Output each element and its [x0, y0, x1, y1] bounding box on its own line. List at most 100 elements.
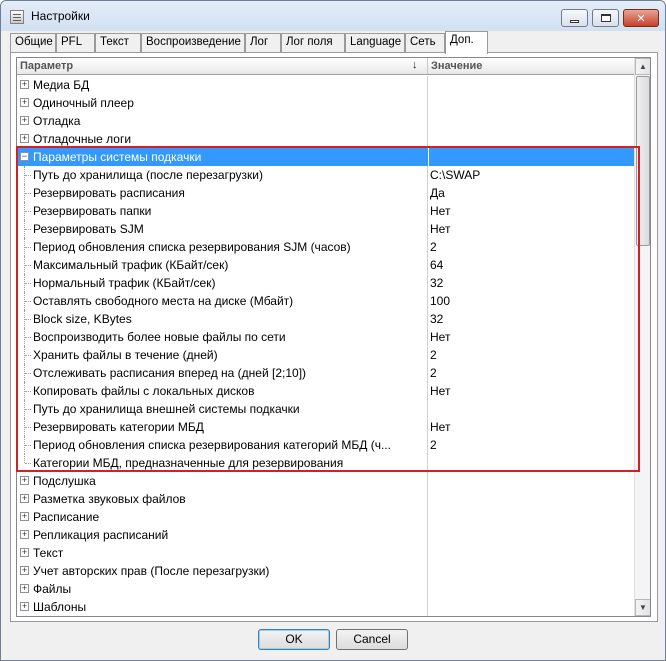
- cancel-button[interactable]: Cancel: [336, 629, 408, 650]
- expand-icon[interactable]: +: [20, 566, 29, 575]
- tab-text[interactable]: Текст: [95, 33, 141, 53]
- column-header-param[interactable]: Параметр: [17, 58, 428, 74]
- param-cell[interactable]: + Файлы: [17, 580, 428, 598]
- value-cell[interactable]: [429, 580, 636, 598]
- param-cell[interactable]: + Разметка звуковых файлов: [17, 490, 428, 508]
- value-cell[interactable]: 32: [429, 310, 636, 328]
- value-cell[interactable]: 64: [429, 256, 636, 274]
- param-cell[interactable]: Оставлять свободного места на диске (Мба…: [17, 292, 428, 310]
- property-row[interactable]: Период обновления списка резервирования …: [17, 238, 636, 256]
- expand-icon[interactable]: +: [20, 476, 29, 485]
- property-row[interactable]: Резервировать категории МБД Нет: [17, 418, 636, 436]
- group-row[interactable]: + Учет авторских прав (После перезагрузки…: [17, 562, 636, 580]
- value-cell[interactable]: [429, 400, 636, 418]
- param-cell[interactable]: + Шаблоны: [17, 598, 428, 616]
- scroll-up-icon[interactable]: ▲: [635, 58, 650, 75]
- value-cell[interactable]: 2: [429, 364, 636, 382]
- property-row[interactable]: Период обновления списка резервирования …: [17, 436, 636, 454]
- group-row[interactable]: + Текст: [17, 544, 636, 562]
- value-cell[interactable]: [429, 76, 636, 94]
- group-row[interactable]: + Расписание: [17, 508, 636, 526]
- value-cell[interactable]: Нет: [429, 328, 636, 346]
- group-row[interactable]: + Одиночный плеер: [17, 94, 636, 112]
- expand-icon[interactable]: +: [20, 602, 29, 611]
- property-row[interactable]: Резервировать расписания Да: [17, 184, 636, 202]
- param-cell[interactable]: + Медиа БД: [17, 76, 428, 94]
- group-row[interactable]: + Репликация расписаний: [17, 526, 636, 544]
- expand-icon[interactable]: +: [20, 134, 29, 143]
- value-cell[interactable]: [429, 130, 636, 148]
- tab-general[interactable]: Общие: [10, 33, 56, 53]
- param-cell[interactable]: Резервировать SJM: [17, 220, 428, 238]
- value-cell[interactable]: [429, 562, 636, 580]
- property-row[interactable]: Путь до хранилища внешней системы подкач…: [17, 400, 636, 418]
- value-cell[interactable]: [429, 454, 636, 472]
- group-row[interactable]: + Шаблоны: [17, 598, 636, 616]
- param-cell[interactable]: + Подслушка: [17, 472, 428, 490]
- group-row[interactable]: + Отладка: [17, 112, 636, 130]
- expand-icon[interactable]: +: [20, 116, 29, 125]
- tab-playback[interactable]: Воспроизведение: [141, 33, 245, 53]
- param-cell[interactable]: Копировать файлы с локальных дисков: [17, 382, 428, 400]
- vertical-scrollbar[interactable]: ▲ ▼: [634, 58, 650, 616]
- property-row[interactable]: Категории МБД, предназначенные для резер…: [17, 454, 636, 472]
- value-cell[interactable]: 2: [429, 346, 636, 364]
- param-cell[interactable]: Путь до хранилища (после перезагрузки): [17, 166, 428, 184]
- scroll-down-icon[interactable]: ▼: [635, 599, 650, 616]
- param-cell[interactable]: Резервировать папки: [17, 202, 428, 220]
- property-row[interactable]: Block size, KBytes 32: [17, 310, 636, 328]
- group-row[interactable]: − Параметры системы подкачки: [17, 148, 636, 166]
- tab-pfl[interactable]: PFL: [56, 33, 95, 53]
- expand-icon[interactable]: +: [20, 512, 29, 521]
- value-cell[interactable]: C:\SWAP: [429, 166, 636, 184]
- param-cell[interactable]: Нормальный трафик (КБайт/сек): [17, 274, 428, 292]
- value-cell[interactable]: [429, 526, 636, 544]
- param-cell[interactable]: + Учет авторских прав (После перезагрузки…: [17, 562, 428, 580]
- expand-icon[interactable]: +: [20, 98, 29, 107]
- value-cell[interactable]: Нет: [429, 220, 636, 238]
- param-cell[interactable]: Резервировать расписания: [17, 184, 428, 202]
- scroll-thumb[interactable]: [636, 76, 650, 246]
- param-cell[interactable]: Хранить файлы в течение (дней): [17, 346, 428, 364]
- param-cell[interactable]: Block size, KBytes: [17, 310, 428, 328]
- value-cell[interactable]: [429, 148, 636, 166]
- param-cell[interactable]: + Репликация расписаний: [17, 526, 428, 544]
- collapse-icon[interactable]: −: [20, 152, 29, 161]
- param-cell[interactable]: Период обновления списка резервирования …: [17, 238, 428, 256]
- ok-button[interactable]: OK: [258, 629, 330, 650]
- column-header-value[interactable]: Значение: [428, 58, 636, 74]
- value-cell[interactable]: 32: [429, 274, 636, 292]
- param-cell[interactable]: Категории МБД, предназначенные для резер…: [17, 454, 428, 472]
- value-cell[interactable]: Нет: [429, 418, 636, 436]
- value-cell[interactable]: [429, 508, 636, 526]
- param-cell[interactable]: + Текст: [17, 544, 428, 562]
- property-row[interactable]: Максимальный трафик (КБайт/сек) 64: [17, 256, 636, 274]
- param-cell[interactable]: Максимальный трафик (КБайт/сек): [17, 256, 428, 274]
- param-cell[interactable]: Воспроизводить более новые файлы по сети: [17, 328, 428, 346]
- group-row[interactable]: + Разметка звуковых файлов: [17, 490, 636, 508]
- title-bar[interactable]: Настройки ✕: [1, 1, 665, 31]
- value-cell[interactable]: 2: [429, 436, 636, 454]
- param-cell[interactable]: − Параметры системы подкачки: [17, 148, 428, 166]
- property-row[interactable]: Отслеживать расписания вперед на (дней […: [17, 364, 636, 382]
- value-cell[interactable]: [429, 490, 636, 508]
- value-cell[interactable]: [429, 94, 636, 112]
- minimize-button[interactable]: [561, 9, 588, 27]
- tab-additional[interactable]: Доп.: [445, 31, 488, 54]
- expand-icon[interactable]: +: [20, 80, 29, 89]
- expand-icon[interactable]: +: [20, 584, 29, 593]
- param-cell[interactable]: + Расписание: [17, 508, 428, 526]
- property-row[interactable]: Копировать файлы с локальных дисков Нет: [17, 382, 636, 400]
- value-cell[interactable]: [429, 598, 636, 616]
- tab-language[interactable]: Language: [345, 33, 405, 53]
- property-row[interactable]: Нормальный трафик (КБайт/сек) 32: [17, 274, 636, 292]
- value-cell[interactable]: Нет: [429, 202, 636, 220]
- tab-network[interactable]: Сеть: [405, 33, 445, 53]
- group-row[interactable]: + Файлы: [17, 580, 636, 598]
- param-cell[interactable]: Резервировать категории МБД: [17, 418, 428, 436]
- param-cell[interactable]: Период обновления списка резервирования …: [17, 436, 428, 454]
- value-cell[interactable]: [429, 544, 636, 562]
- tab-log[interactable]: Лог: [245, 33, 281, 53]
- expand-icon[interactable]: +: [20, 548, 29, 557]
- expand-icon[interactable]: +: [20, 530, 29, 539]
